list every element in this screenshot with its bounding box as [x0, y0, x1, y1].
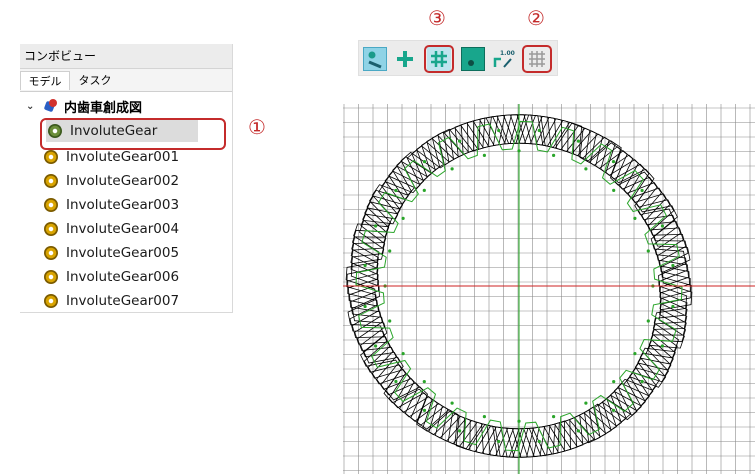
- tree-item-involutegear007[interactable]: InvoluteGear007: [44, 290, 179, 312]
- tree-item-label: InvoluteGear002: [66, 173, 180, 189]
- tree-item-label: InvoluteGear006: [66, 269, 180, 285]
- snap-endpoint-button[interactable]: [393, 47, 417, 71]
- working-plane-button[interactable]: [461, 47, 485, 71]
- involute-gear-icon: [44, 150, 58, 164]
- tree-item-label: InvoluteGear007: [66, 293, 180, 309]
- combo-view-tabbar: モデル タスク: [20, 69, 232, 92]
- document-icon: [43, 99, 58, 113]
- involute-gear-icon: [44, 294, 58, 308]
- tree-item-involutegear004[interactable]: InvoluteGear004: [44, 218, 179, 240]
- involute-gear-icon: [44, 246, 58, 260]
- marker-2: ②: [527, 6, 545, 30]
- chevron-down-icon[interactable]: ⌄: [26, 101, 40, 112]
- tree-item-involutegear003[interactable]: InvoluteGear003: [44, 194, 179, 216]
- highlight-toggle-grid: [522, 45, 552, 73]
- marker-1: ①: [248, 115, 266, 139]
- callout-box-1: [40, 118, 226, 150]
- snap-endpoint-icon: [397, 51, 413, 67]
- tab-model[interactable]: モデル: [20, 71, 70, 90]
- tree-document-node[interactable]: ⌄ 内歯車創成図: [26, 96, 142, 116]
- snap-lock-icon: [368, 51, 382, 69]
- tree-item-label: InvoluteGear005: [66, 245, 180, 261]
- tab-task[interactable]: タスク: [70, 71, 120, 90]
- snap-lock-button[interactable]: [363, 47, 387, 71]
- dimension-snap-icon: 1.00: [493, 50, 515, 68]
- 3d-viewport[interactable]: [343, 104, 755, 474]
- tree-item-label: InvoluteGear003: [66, 197, 180, 213]
- document-name: 内歯車創成図: [64, 100, 143, 116]
- tree-item-involutegear005[interactable]: InvoluteGear005: [44, 242, 179, 264]
- tree-item-involutegear006[interactable]: InvoluteGear006: [44, 266, 179, 288]
- involute-gear-icon: [44, 198, 58, 212]
- dimension-snap-label: 1.00: [500, 50, 515, 57]
- involute-gear-icon: [44, 174, 58, 188]
- snap-toolbar: 1.00: [358, 40, 558, 76]
- working-plane-icon: [468, 60, 474, 66]
- involute-gear-icon: [44, 270, 58, 284]
- marker-3: ③: [428, 6, 446, 30]
- combo-view-title: コンボビュー: [20, 44, 232, 69]
- dimension-snap-button[interactable]: 1.00: [491, 47, 515, 71]
- highlight-snap-grid: [424, 45, 454, 73]
- tree-item-label: InvoluteGear001: [66, 149, 180, 165]
- tree-item-label: InvoluteGear004: [66, 221, 180, 237]
- viewport-grid: [343, 104, 755, 474]
- involute-gear-icon: [44, 222, 58, 236]
- tree-item-involutegear002[interactable]: InvoluteGear002: [44, 170, 179, 192]
